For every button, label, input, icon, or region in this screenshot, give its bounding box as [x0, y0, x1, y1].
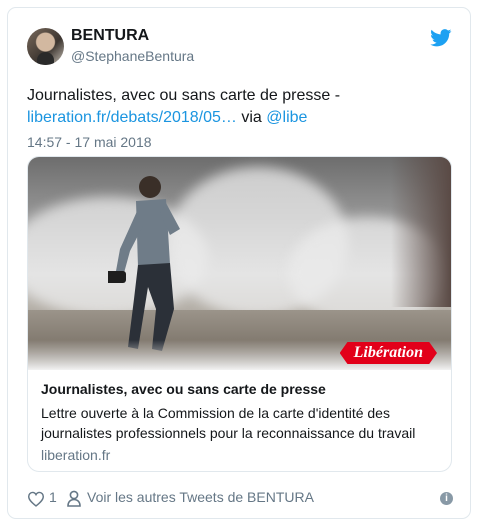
view-other-tweets-link[interactable]: Voir les autres Tweets de BENTURA	[87, 489, 314, 505]
person-icon[interactable]	[67, 490, 81, 507]
photographer-figure	[108, 176, 180, 351]
author-handle[interactable]: @StephaneBentura	[71, 48, 194, 64]
tweet-timestamp[interactable]: 14:57 - 17 mai 2018	[27, 134, 152, 150]
like-count[interactable]: 1	[49, 489, 57, 505]
tweet-footer: 1 Voir les autres Tweets de BENTURA i	[27, 489, 457, 509]
card-description: Lettre ouverte à la Commission de la car…	[41, 405, 416, 441]
tweet-link[interactable]: liberation.fr/debats/2018/05…	[27, 109, 237, 126]
tweet-text-via: via	[236, 109, 267, 126]
tweet-text: Journalistes, avec ou sans carte de pres…	[27, 85, 457, 129]
tweet-text-start: Journalistes, avec ou sans carte de pres…	[27, 87, 341, 104]
author-avatar[interactable]	[27, 28, 64, 65]
liberation-logo: Libération	[339, 342, 437, 364]
card-title[interactable]: Journalistes, avec ou sans carte de pres…	[41, 381, 326, 397]
heart-icon[interactable]	[27, 491, 45, 507]
twitter-bird-icon[interactable]	[430, 29, 452, 47]
card-image[interactable]: Libération	[28, 157, 451, 370]
info-icon[interactable]: i	[440, 492, 453, 505]
card-domain: liberation.fr	[41, 447, 111, 463]
author-name[interactable]: BENTURA	[71, 27, 149, 45]
tweet-mention[interactable]: @libe	[266, 109, 307, 126]
embedded-tweet: BENTURA @StephaneBentura Journalistes, a…	[7, 7, 471, 519]
link-card[interactable]: Libération Journalistes, avec ou sans ca…	[27, 156, 452, 472]
